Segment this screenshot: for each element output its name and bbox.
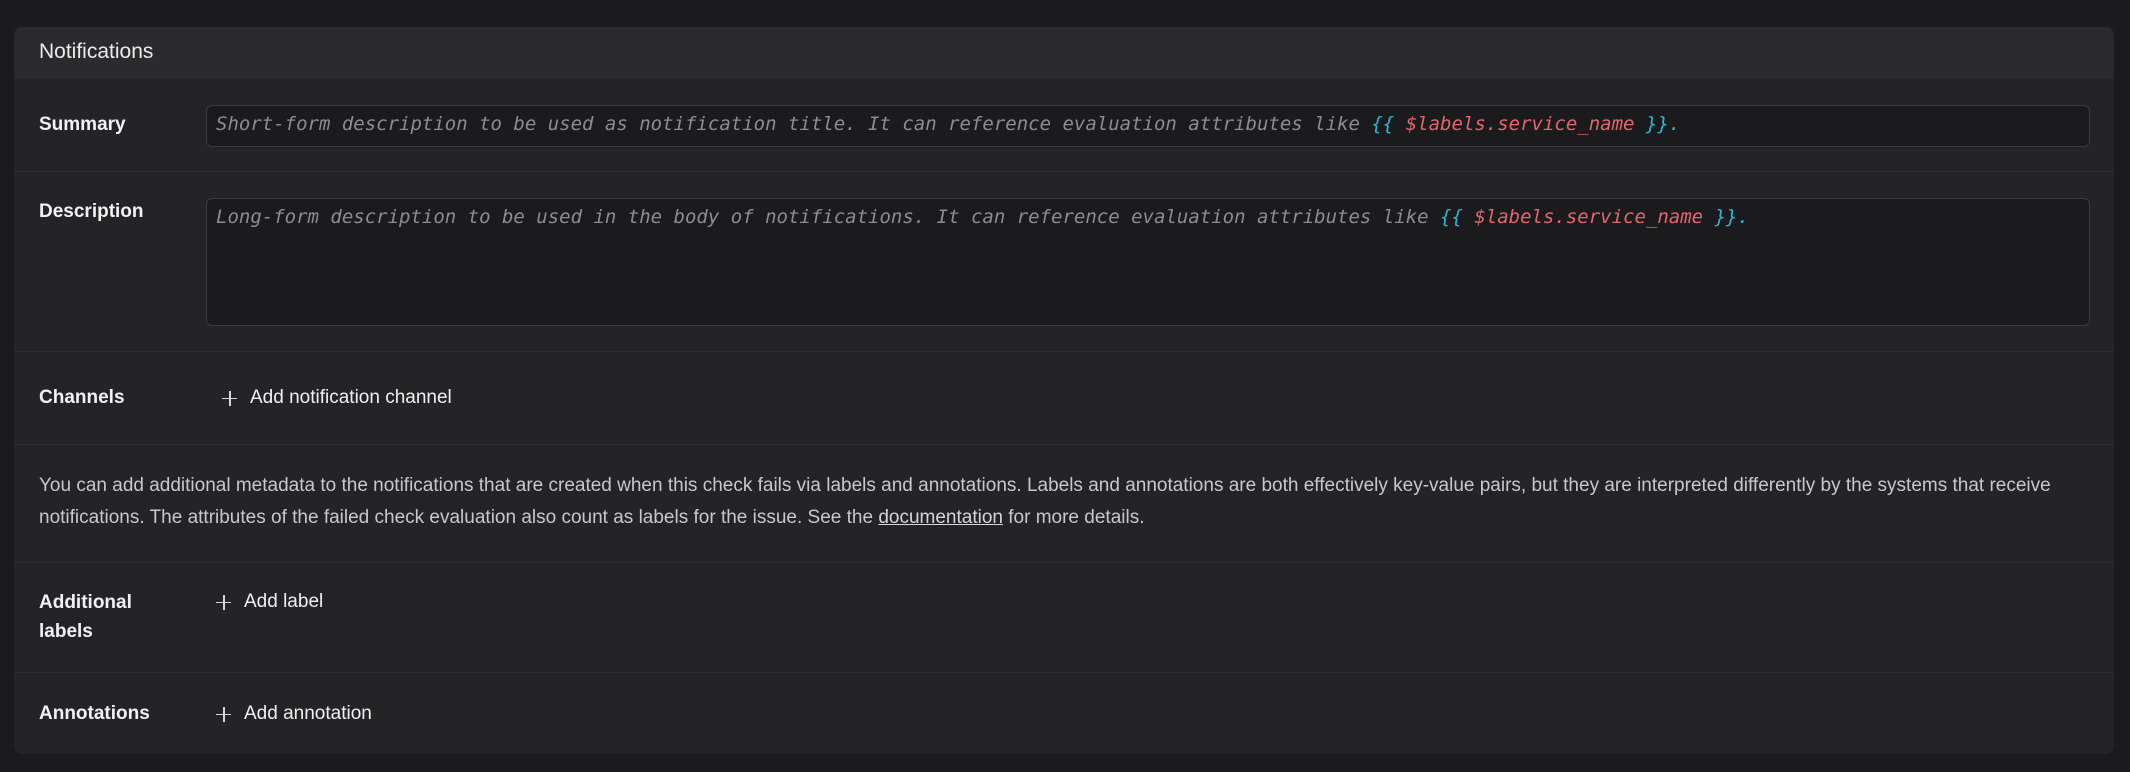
plus-icon bbox=[215, 594, 232, 611]
summary-label: Summary bbox=[39, 114, 126, 135]
notifications-panel: Notifications Summary Short-form descrip… bbox=[14, 27, 2114, 754]
panel-header: Notifications bbox=[14, 27, 2114, 78]
additional-labels-label: Additional labels bbox=[39, 592, 132, 642]
summary-input[interactable]: Short-form description to be used as not… bbox=[206, 105, 2090, 147]
panel-title: Notifications bbox=[39, 40, 154, 63]
documentation-link[interactable]: documentation bbox=[878, 507, 1003, 528]
summary-placeholder-text: Short-form description to be used as not… bbox=[216, 113, 1372, 135]
description-placeholder-text: Long-form description to be used in the … bbox=[216, 206, 1440, 228]
description-template-variable: $labels.service_name bbox=[1474, 206, 1704, 228]
metadata-info-row: You can add additional metadata to the n… bbox=[14, 445, 2114, 563]
add-notification-channel-button[interactable]: Add notification channel bbox=[221, 383, 452, 413]
description-template-close: }} bbox=[1714, 206, 1738, 228]
description-template-open: {{ bbox=[1439, 206, 1463, 228]
metadata-info-tail: for more details. bbox=[1002, 507, 1145, 528]
add-label-label: Add label bbox=[244, 591, 324, 612]
description-template-period: . bbox=[1737, 206, 1749, 228]
description-label: Description bbox=[39, 201, 144, 222]
summary-template-close: }} bbox=[1645, 113, 1669, 135]
channels-label: Channels bbox=[39, 387, 125, 408]
add-annotation-label: Add annotation bbox=[244, 703, 372, 724]
plus-icon bbox=[221, 390, 238, 407]
additional-labels-row: Additional labels Add label bbox=[14, 563, 2114, 673]
add-label-button[interactable]: Add label bbox=[215, 587, 323, 617]
annotations-row: Annotations Add annotation bbox=[14, 673, 2114, 753]
description-row: Description Long-form description to be … bbox=[14, 172, 2114, 352]
channels-row: Channels Add notification channel bbox=[14, 352, 2114, 445]
metadata-info-text: You can add additional metadata to the n… bbox=[39, 470, 2089, 534]
summary-template-period: . bbox=[1668, 113, 1681, 135]
add-annotation-button[interactable]: Add annotation bbox=[215, 699, 372, 729]
summary-row: Summary Short-form description to be use… bbox=[14, 78, 2114, 172]
summary-template-open: {{ bbox=[1371, 113, 1395, 135]
summary-template-variable: $labels.service_name bbox=[1405, 113, 1635, 135]
annotations-label: Annotations bbox=[39, 703, 150, 724]
description-textarea[interactable]: Long-form description to be used in the … bbox=[206, 198, 2090, 326]
add-notification-channel-label: Add notification channel bbox=[250, 387, 452, 408]
plus-icon bbox=[215, 706, 232, 723]
